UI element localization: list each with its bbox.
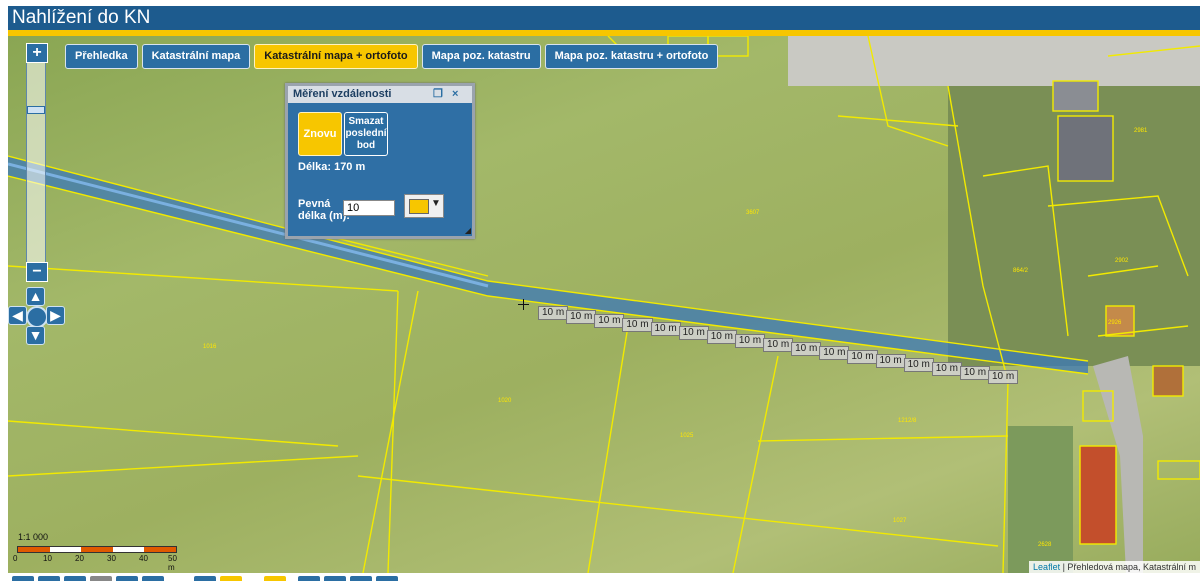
- zoom-out-button[interactable]: −: [26, 262, 48, 282]
- parcel-number: 2902: [1115, 258, 1129, 264]
- map-view[interactable]: 3607 864/2 1016 1020 1025 1212/8 1027 29…: [8, 36, 1200, 573]
- parcel-number: 1020: [498, 398, 512, 404]
- parcel-number: 1027: [893, 518, 907, 524]
- parcel-number: 864/2: [1013, 268, 1029, 274]
- line-color-select[interactable]: ▼: [404, 194, 444, 218]
- parcel-number: 1025: [680, 433, 694, 439]
- crosshair-cursor: [518, 299, 529, 310]
- orthophoto-parcels: [8, 36, 1200, 573]
- stream-area: [8, 156, 1088, 374]
- toolbar-button[interactable]: [12, 576, 34, 581]
- map-attribution: Leaflet | Přehledová mapa, Katastrální m: [1029, 561, 1200, 573]
- map-type-tabs: Přehledka Katastrální mapa Katastrální m…: [65, 44, 719, 69]
- building-strip: [788, 36, 1200, 86]
- tab-mapa-poz-katastru-ortofoto[interactable]: Mapa poz. katastru + ortofoto: [544, 44, 719, 69]
- garden-plots: [1008, 426, 1073, 573]
- segment-length-label: 10 m: [931, 362, 962, 376]
- toolbar-button[interactable]: [90, 576, 112, 581]
- parcel-number: 1212/8: [898, 418, 917, 424]
- segment-length-label: 10 m: [847, 350, 878, 364]
- panel-header[interactable]: Měření vzdálenosti ❐ ×: [288, 86, 472, 103]
- restore-icon[interactable]: ❐: [433, 86, 443, 103]
- segment-length-label: 10 m: [678, 326, 709, 340]
- roof: [1058, 116, 1113, 181]
- roof: [1153, 366, 1183, 396]
- toolbar-button-active[interactable]: [264, 576, 286, 581]
- close-icon[interactable]: ×: [452, 86, 458, 103]
- segment-length-label: 10 m: [622, 318, 653, 332]
- resize-handle-icon[interactable]: ◢: [465, 226, 471, 235]
- parcel-number: 3607: [746, 210, 760, 216]
- scale-tick: 20: [75, 554, 84, 563]
- app-title-bar: Nahlížení do KN: [8, 6, 1200, 30]
- segment-length-label: 10 m: [763, 338, 794, 352]
- toolbar-button-active[interactable]: [220, 576, 242, 581]
- tab-prehledka[interactable]: Přehledka: [65, 44, 138, 69]
- parcel-number: 2926: [1108, 320, 1122, 326]
- panel-title: Měření vzdálenosti: [293, 88, 392, 100]
- again-button[interactable]: Znovu: [298, 112, 342, 156]
- measure-distance-panel: Měření vzdálenosti ❐ × Znovu Smazat posl…: [285, 83, 475, 239]
- segment-length-label: 10 m: [791, 342, 822, 356]
- zoom-slider-handle[interactable]: [27, 106, 45, 114]
- toolbar-button[interactable]: [298, 576, 320, 581]
- toolbar-button[interactable]: [64, 576, 86, 581]
- segment-length-label: 10 m: [594, 314, 625, 328]
- tab-katastralni-mapa-ortofoto[interactable]: Katastrální mapa + ortofoto: [254, 44, 418, 69]
- scale-tick: 0: [13, 554, 18, 563]
- toolbar-button[interactable]: [324, 576, 346, 581]
- scale-ratio: 1:1 000: [18, 532, 49, 542]
- scale-bar-graphic: [17, 546, 177, 553]
- segment-length-label: 10 m: [875, 354, 906, 368]
- parcel-number: 2981: [1134, 128, 1148, 134]
- scale-tick: 10: [43, 554, 52, 563]
- segment-length-label: 10 m: [819, 346, 850, 360]
- segment-length-label: 10 m: [988, 370, 1019, 384]
- segment-length-label: 10 m: [650, 322, 681, 336]
- scale-tick: 40: [139, 554, 148, 563]
- segment-length-label: 10 m: [538, 306, 569, 320]
- parcel-number: 2628: [1038, 542, 1052, 548]
- attribution-text: | Přehledová mapa, Katastrální m: [1062, 562, 1196, 572]
- chevron-down-icon: ▼: [431, 198, 441, 209]
- app-title: Nahlížení do KN: [12, 7, 151, 28]
- scale-tick: 50 m: [168, 554, 177, 572]
- toolbar-button[interactable]: [38, 576, 60, 581]
- measured-length: Délka: 170 m: [298, 161, 366, 173]
- segment-length-label: 10 m: [706, 330, 737, 344]
- delete-last-point-button[interactable]: Smazat poslední bod: [344, 112, 388, 156]
- toolbar-button[interactable]: [376, 576, 398, 581]
- toolbar-button[interactable]: [116, 576, 138, 581]
- zoom-slider[interactable]: [26, 44, 46, 282]
- pan-left-button[interactable]: ◀: [8, 306, 27, 325]
- segment-length-label: 10 m: [959, 366, 991, 380]
- toolbar-button[interactable]: [142, 576, 164, 581]
- bottom-toolbar: [8, 573, 1200, 581]
- tab-katastralni-mapa[interactable]: Katastrální mapa: [141, 44, 251, 69]
- segment-length-label: 10 m: [903, 358, 934, 372]
- tab-mapa-poz-katastru[interactable]: Mapa poz. katastru: [421, 44, 541, 69]
- scale-bar: 1:1 000 0 10 20 30 40 50 m: [13, 532, 181, 572]
- leaflet-link[interactable]: Leaflet: [1033, 562, 1060, 572]
- roof: [1053, 81, 1098, 111]
- toolbar-button[interactable]: [350, 576, 372, 581]
- roof: [1080, 446, 1116, 544]
- scale-tick: 30: [107, 554, 116, 563]
- segment-length-label: 10 m: [734, 334, 766, 348]
- color-swatch: [409, 199, 429, 214]
- pan-up-button[interactable]: ▲: [26, 287, 45, 306]
- pan-center-icon[interactable]: [26, 306, 48, 328]
- zoom-in-button[interactable]: +: [26, 43, 48, 63]
- pan-down-button[interactable]: ▼: [26, 326, 45, 345]
- toolbar-button[interactable]: [194, 576, 216, 581]
- segment-length-label: 10 m: [566, 310, 597, 324]
- parcel-number: 1016: [203, 344, 217, 350]
- fixed-length-input[interactable]: [343, 200, 395, 216]
- pan-right-button[interactable]: ▶: [46, 306, 65, 325]
